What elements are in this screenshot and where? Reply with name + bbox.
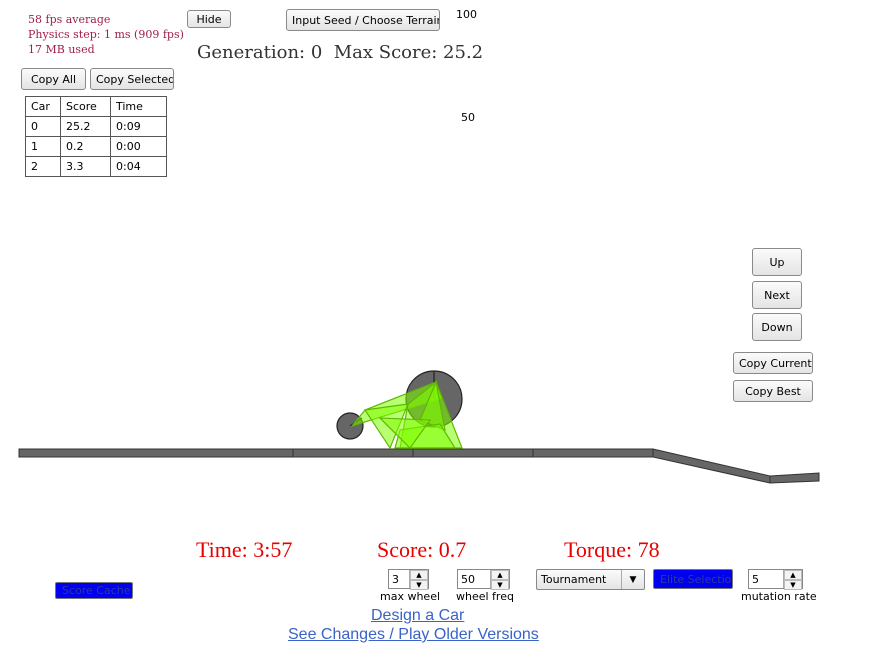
copy-all-button[interactable]: Copy All	[21, 68, 86, 90]
copy-selected-button[interactable]: Copy Selected	[90, 68, 174, 90]
col-time: Time	[110, 96, 167, 117]
generation-text: Generation: 0 Max Score: 25.2	[197, 42, 484, 63]
mutation-rate-label: mutation rate	[741, 590, 817, 603]
chevron-down-icon: ▼	[621, 570, 644, 589]
elite-selection-button[interactable]: Elite Selection	[653, 569, 733, 589]
time-readout: Time: 3:57	[196, 537, 293, 562]
graph-label-100: 100	[456, 8, 477, 21]
cell-score: 3.3	[60, 156, 111, 177]
terrain-track	[18, 448, 820, 484]
increment-icon[interactable]: ▲	[784, 570, 802, 580]
table-row[interactable]: 1 0.2 0:00	[25, 136, 167, 157]
physics-text: Physics step: 1 ms (909 fps)	[28, 28, 184, 41]
up-button[interactable]: Up	[752, 248, 802, 276]
col-car: Car	[25, 96, 61, 117]
cell-time: 0:04	[110, 156, 167, 177]
table-row[interactable]: 0 25.2 0:09	[25, 116, 167, 137]
max-wheel-stepper[interactable]: 3 ▲ ▼	[388, 569, 429, 590]
simulation-canvas	[18, 370, 820, 484]
down-button[interactable]: Down	[752, 313, 802, 341]
selection-method-select[interactable]: Tournament ▼	[536, 569, 645, 590]
mutation-rate-stepper[interactable]: 5 ▲ ▼	[748, 569, 803, 590]
max-wheel-label: max wheel	[380, 590, 441, 603]
increment-icon[interactable]: ▲	[491, 570, 509, 580]
wheel-freq-label: wheel freq	[456, 590, 513, 603]
car-table: Car Score Time 0 25.2 0:09 1 0.2 0:00 2 …	[25, 96, 167, 177]
memory-text: 17 MB used	[28, 43, 95, 56]
graph-label-50: 50	[461, 111, 475, 124]
cell-score: 0.2	[60, 136, 111, 157]
cell-time: 0:09	[110, 116, 167, 137]
cell-score: 25.2	[60, 116, 111, 137]
wheel-freq-value: 50	[461, 572, 475, 586]
fps-text: 58 fps average	[28, 13, 111, 26]
cell-car: 2	[25, 156, 61, 177]
max-wheel-value: 3	[392, 572, 399, 586]
perf-stats: 58 fps average Physics step: 1 ms (909 f…	[28, 12, 184, 57]
input-seed-button[interactable]: Input Seed / Choose Terrain	[286, 9, 440, 31]
decrement-icon[interactable]: ▼	[491, 580, 509, 590]
decrement-icon[interactable]: ▼	[784, 580, 802, 590]
next-button[interactable]: Next	[752, 281, 802, 309]
col-score: Score	[60, 96, 111, 117]
wheel-freq-stepper[interactable]: 50 ▲ ▼	[457, 569, 510, 590]
torque-readout: Torque: 78	[564, 537, 660, 562]
car-body	[336, 370, 463, 450]
mutation-rate-value: 5	[752, 572, 759, 586]
decrement-icon[interactable]: ▼	[410, 580, 428, 590]
table-header-row: Car Score Time	[25, 96, 167, 117]
cell-time: 0:00	[110, 136, 167, 157]
design-car-link[interactable]: Design a Car	[371, 607, 464, 625]
see-changes-link[interactable]: See Changes / Play Older Versions	[288, 626, 539, 644]
hide-button[interactable]: Hide	[187, 10, 231, 28]
score-cache-button[interactable]: Score Cache	[55, 582, 133, 599]
cell-car: 0	[25, 116, 61, 137]
increment-icon[interactable]: ▲	[410, 570, 428, 580]
selection-method-value: Tournament	[541, 573, 607, 586]
table-row[interactable]: 2 3.3 0:04	[25, 156, 167, 177]
cell-car: 1	[25, 136, 61, 157]
score-readout: Score: 0.7	[377, 537, 467, 562]
